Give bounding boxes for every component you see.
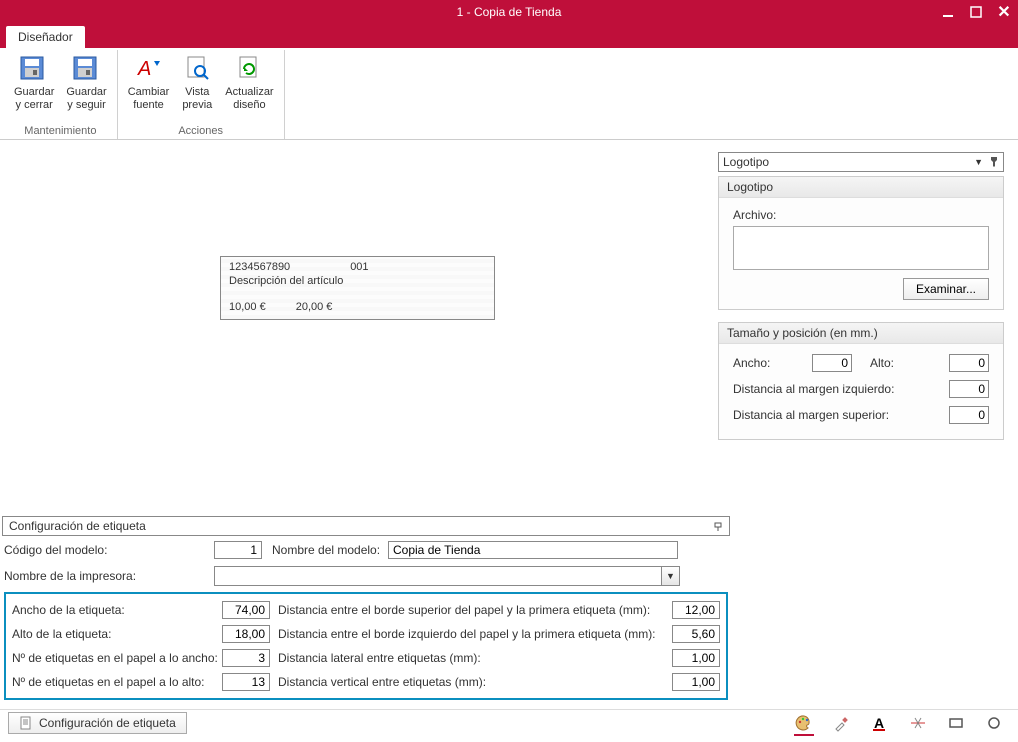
cut-icon[interactable] — [908, 714, 928, 734]
label-height-input[interactable] — [222, 625, 270, 643]
config-header-label: Configuración de etiqueta — [9, 519, 146, 533]
document-icon — [19, 716, 33, 730]
pin-icon[interactable] — [713, 520, 723, 532]
save-close-button[interactable]: Guardary cerrar — [8, 50, 60, 123]
label-height-label: Alto de la etiqueta: — [12, 627, 222, 641]
circle-icon[interactable] — [984, 714, 1004, 734]
panel-logo-header: Logotipo — [719, 177, 1003, 198]
dist-top-paper-label: Distancia entre el borde superior del pa… — [278, 603, 672, 617]
properties-combo[interactable]: Logotipo ▼ — [718, 152, 1004, 172]
file-path-box[interactable] — [733, 226, 989, 270]
preview-price2: 20,00 € — [296, 301, 333, 313]
chevron-down-icon: ▼ — [974, 157, 983, 167]
dist-left-paper-input[interactable] — [672, 625, 720, 643]
dist-vertical-input[interactable] — [672, 673, 720, 691]
config-area: Código del modelo: Nombre del modelo: No… — [4, 540, 728, 700]
height-label: Alto: — [870, 356, 894, 370]
dist-top-paper-input[interactable] — [672, 601, 720, 619]
ribbon-group-maintenance: Guardary cerrar Guardary seguir Mantenim… — [4, 50, 118, 139]
preview-price1: 10,00 € — [229, 301, 266, 313]
rectangle-icon[interactable] — [946, 714, 966, 734]
width-label: Ancho: — [733, 356, 770, 370]
printer-select[interactable]: ▼ — [214, 566, 680, 586]
ribbon: Guardary cerrar Guardary seguir Mantenim… — [0, 48, 1018, 140]
tab-row: Diseñador — [0, 24, 1018, 48]
bottom-tab-label: Configuración de etiqueta — [39, 716, 176, 730]
window-title: 1 - Copia de Tienda — [457, 5, 562, 19]
dropper-icon[interactable] — [832, 714, 852, 734]
palette-icon[interactable] — [794, 714, 814, 734]
width-input[interactable] — [812, 354, 852, 372]
chevron-down-icon: ▼ — [661, 567, 679, 585]
label-width-label: Ancho de la etiqueta: — [12, 603, 222, 617]
preview-description: Descripción del artículo — [229, 275, 486, 287]
ny-label: Nº de etiquetas en el papel a lo alto: — [12, 675, 222, 689]
browse-button[interactable]: Examinar... — [903, 278, 989, 300]
titlebar: 1 - Copia de Tienda ✕ — [0, 0, 1018, 24]
height-input[interactable] — [949, 354, 989, 372]
svg-text:A: A — [137, 58, 151, 80]
dist-left-paper-label: Distancia entre el borde izquierdo del p… — [278, 627, 672, 641]
properties-combo-value: Logotipo — [723, 155, 769, 169]
dist-top-label: Distancia al margen superior: — [733, 408, 889, 422]
refresh-icon — [233, 52, 265, 84]
dist-lateral-input[interactable] — [672, 649, 720, 667]
model-code-input[interactable] — [214, 541, 262, 559]
nx-input[interactable] — [222, 649, 270, 667]
model-name-input[interactable] — [388, 541, 678, 559]
pin-icon[interactable] — [989, 156, 999, 168]
panel-size-position: Tamaño y posición (en mm.) Ancho: Alto: … — [718, 322, 1004, 440]
tab-designer[interactable]: Diseñador — [6, 26, 85, 48]
dist-left-input[interactable] — [949, 380, 989, 398]
divider — [0, 709, 1018, 710]
panel-logo: Logotipo Archivo: Examinar... — [718, 176, 1004, 310]
bottom-tab-config[interactable]: Configuración de etiqueta — [8, 712, 187, 734]
svg-text:A: A — [874, 715, 884, 731]
text-icon[interactable]: A — [870, 714, 890, 734]
label-width-input[interactable] — [222, 601, 270, 619]
panel-size-header: Tamaño y posición (en mm.) — [719, 323, 1003, 344]
preview-code: 1234567890 — [229, 261, 290, 273]
dist-top-input[interactable] — [949, 406, 989, 424]
ribbon-group-label-actions: Acciones — [178, 123, 223, 139]
minimize-button[interactable] — [934, 0, 962, 24]
save-continue-icon — [71, 52, 103, 84]
dist-lateral-label: Distancia lateral entre etiquetas (mm): — [278, 651, 672, 665]
preview-seq: 001 — [350, 261, 368, 273]
dist-vertical-label: Distancia vertical entre etiquetas (mm): — [278, 675, 672, 689]
maximize-button[interactable] — [962, 0, 990, 24]
font-icon: A — [133, 52, 165, 84]
preview-icon — [181, 52, 213, 84]
config-dimensions-box: Ancho de la etiqueta: Distancia entre el… — [4, 592, 728, 700]
dist-left-label: Distancia al margen izquierdo: — [733, 382, 894, 396]
update-design-button[interactable]: Actualizardiseño — [219, 50, 279, 123]
change-font-button[interactable]: A Cambiarfuente — [122, 50, 176, 123]
bottom-toolbar: A — [794, 714, 1004, 734]
close-button[interactable]: ✕ — [990, 0, 1018, 24]
ny-input[interactable] — [222, 673, 270, 691]
save-continue-button[interactable]: Guardary seguir — [60, 50, 112, 123]
file-label: Archivo: — [733, 208, 989, 222]
label-preview[interactable]: 1234567890 001 Descripción del artículo … — [220, 256, 495, 320]
ribbon-group-label-maintenance: Mantenimiento — [24, 123, 96, 139]
save-close-icon — [18, 52, 50, 84]
model-code-label: Código del modelo: — [4, 543, 214, 557]
nx-label: Nº de etiquetas en el papel a lo ancho: — [12, 651, 222, 665]
window-controls: ✕ — [934, 0, 1018, 24]
config-header-bar[interactable]: Configuración de etiqueta — [2, 516, 730, 536]
ribbon-group-actions: A Cambiarfuente Vistaprevia Actualizardi… — [118, 50, 285, 139]
model-name-label: Nombre del modelo: — [272, 543, 388, 557]
printer-label: Nombre de la impresora: — [4, 569, 214, 583]
preview-button[interactable]: Vistaprevia — [175, 50, 219, 123]
